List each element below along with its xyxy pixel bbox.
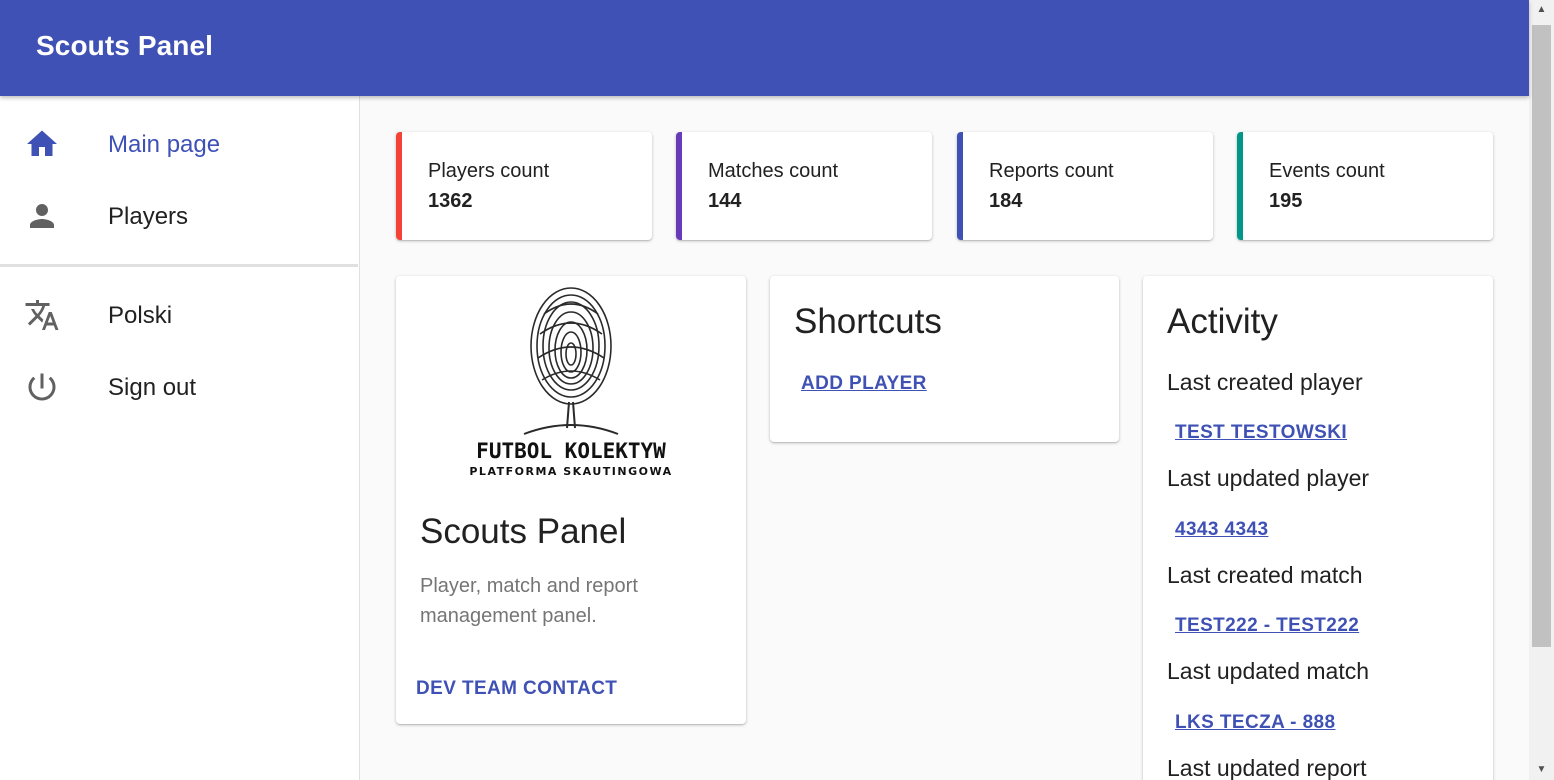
players-count-card: Players count 1362 xyxy=(396,132,652,240)
activity-title: Activity xyxy=(1167,302,1278,341)
scroll-up-arrow[interactable]: ▲ xyxy=(1529,0,1554,20)
stat-label: Matches count xyxy=(708,160,839,182)
activity-link-created-player[interactable]: TEST TESTOWSKI xyxy=(1175,422,1347,444)
stat-label: Events count xyxy=(1269,160,1385,182)
about-title: Scouts Panel xyxy=(420,512,627,551)
sidebar-item-language[interactable]: Polski xyxy=(0,279,358,351)
stat-value: 195 xyxy=(1269,190,1303,212)
scrollbar-thumb[interactable] xyxy=(1532,25,1551,647)
activity-link-created-match[interactable]: TEST222 - TEST222 xyxy=(1175,615,1359,637)
card-accent-bar xyxy=(1237,132,1243,240)
person-icon xyxy=(24,198,60,234)
card-accent-bar xyxy=(396,132,402,240)
activity-label: Last created player xyxy=(1167,369,1363,395)
sidebar-item-sign-out[interactable]: Sign out xyxy=(0,351,358,423)
matches-count-card: Matches count 144 xyxy=(676,132,932,240)
stat-value: 144 xyxy=(708,190,742,212)
stat-label: Reports count xyxy=(989,160,1114,182)
sidebar: Main page Players Polski Sign out xyxy=(0,96,360,780)
activity-card: Activity Last created player TEST TESTOW… xyxy=(1143,276,1493,780)
add-player-link[interactable]: ADD PLAYER xyxy=(801,373,927,395)
activity-label: Last updated match xyxy=(1167,658,1370,684)
power-icon xyxy=(24,369,60,405)
activity-label: Last updated report xyxy=(1167,755,1367,780)
activity-label: Last created match xyxy=(1167,562,1363,588)
stat-label: Players count xyxy=(428,160,550,182)
sidebar-item-players[interactable]: Players xyxy=(0,180,358,252)
logo-text: FUTBOL KOLEKTYW xyxy=(476,439,666,463)
activity-label: Last updated player xyxy=(1167,465,1370,491)
scrollbar[interactable]: ▲ ▼ xyxy=(1529,0,1554,780)
home-icon xyxy=(24,126,60,162)
app-title: Scouts Panel xyxy=(36,30,214,61)
app-bar: Scouts Panel xyxy=(0,0,1529,96)
sidebar-item-label: Polski xyxy=(108,302,173,329)
events-count-card: Events count 195 xyxy=(1237,132,1493,240)
stat-value: 184 xyxy=(989,190,1023,212)
sidebar-item-label: Main page xyxy=(108,131,221,158)
activity-link-updated-match[interactable]: LKS TECZA - 888 xyxy=(1175,712,1336,734)
activity-link-updated-player[interactable]: 4343 4343 xyxy=(1175,519,1268,541)
scroll-down-arrow[interactable]: ▼ xyxy=(1529,760,1554,780)
reports-count-card: Reports count 184 xyxy=(957,132,1213,240)
shortcuts-card: Shortcuts ADD PLAYER xyxy=(770,276,1119,442)
stat-value: 1362 xyxy=(428,190,473,212)
sidebar-item-main-page[interactable]: Main page xyxy=(0,108,358,180)
sidebar-divider xyxy=(0,264,358,267)
translate-icon xyxy=(24,297,60,333)
logo-subtext: PLATFORMA SKAUTINGOWA xyxy=(469,465,672,478)
dev-team-contact-button[interactable]: DEV TEAM CONTACT xyxy=(416,678,617,700)
card-accent-bar xyxy=(957,132,963,240)
card-accent-bar xyxy=(676,132,682,240)
shortcuts-title: Shortcuts xyxy=(794,302,942,341)
about-card: FUTBOL KOLEKTYW PLATFORMA SKAUTINGOWA Sc… xyxy=(396,276,746,724)
sidebar-item-label: Players xyxy=(108,203,189,230)
about-description: Player, match and report management pane… xyxy=(420,575,638,627)
sidebar-item-label: Sign out xyxy=(108,374,197,401)
fingerprint-logo: FUTBOL KOLEKTYW PLATFORMA SKAUTINGOWA xyxy=(469,287,672,478)
